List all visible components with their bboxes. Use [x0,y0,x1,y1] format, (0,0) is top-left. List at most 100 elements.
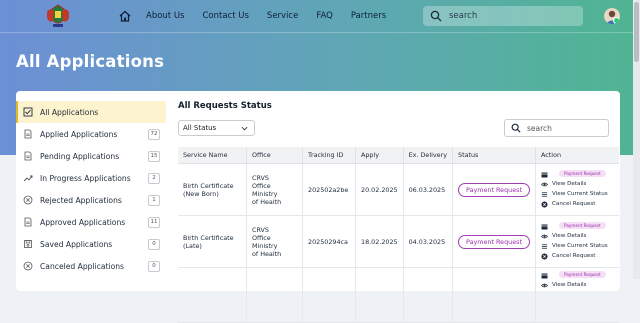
nav-link-partners[interactable]: Partners [351,11,386,21]
list-icon [541,243,548,249]
status-cell: Payment Request [452,163,537,216]
status-cell [452,267,537,323]
table-search-placeholder: search [527,123,552,133]
document-icon [24,217,32,227]
eye-icon [541,283,549,287]
payment-request-button[interactable]: Payment Request [458,182,530,197]
user-avatar[interactable] [604,8,620,24]
eye-icon [541,234,549,238]
scrollbar-thumb[interactable] [634,2,639,62]
view-details-action[interactable]: View Details [541,280,614,290]
service-name-cell [178,267,247,323]
tracking-id-cell: 20250294ca [302,215,356,268]
sidebar-item-label: Rejected Applications [40,195,122,205]
nav-link-contact-us[interactable]: Contact Us [202,11,248,21]
tracking-id-cell [302,267,356,323]
nav-link-about-us[interactable]: About Us [146,11,184,21]
office-cell: CRVS Office Ministry of Health [246,163,303,216]
sidebar-item-label: All Applications [40,107,99,117]
sidebar-item-saved-applications[interactable]: Saved Applications 0 [16,233,166,255]
trend-icon [23,175,33,182]
sidebar-item-count: 2 [148,173,160,184]
service-name-cell: Birth Certificate (Late) [178,215,247,268]
table-row: Birth Certificate (New Born) CRVS Office… [178,163,619,216]
sidebar-item-in-progress-applications[interactable]: In Progress Applications 2 [16,167,166,189]
payment-request-badge[interactable]: Payment Request [559,170,606,177]
applications-sidebar: All Applications Applied Applications 72… [16,101,166,277]
column-header-ex-delivery: Ex. Delivery [403,147,454,164]
sidebar-item-count: 72 [148,129,160,140]
payment-request-badge[interactable]: Payment Request [559,271,606,278]
top-navigation-bar: About Us Contact Us Service FAQ Partners… [0,0,640,33]
cancel-request-action[interactable]: Cancel Request [541,199,614,209]
coat-of-arms-logo[interactable] [44,3,72,29]
action-label: View Current Status [552,191,608,197]
sidebar-item-count: 1 [148,195,160,206]
status-filter-value: All Status [183,124,217,132]
eye-icon [541,182,549,186]
office-cell [246,267,303,323]
status-filter-select[interactable]: All Status [178,120,255,136]
delivery-date-cell [403,267,454,323]
cancel-request-action[interactable]: Cancel Request [541,251,614,261]
save-icon [24,240,32,248]
view-details-action[interactable]: View Details [541,179,614,189]
sidebar-item-count: 11 [148,217,160,228]
chevron-down-icon [241,126,248,131]
apply-date-cell: 18.02.2025 [355,215,404,268]
sidebar-item-label: Saved Applications [40,239,113,249]
column-header-status: Status [452,147,537,164]
nav-link-service[interactable]: Service [267,11,298,21]
sidebar-item-applied-applications[interactable]: Applied Applications 72 [16,123,166,145]
action-label: View Details [552,181,587,187]
sidebar-item-label: In Progress Applications [40,173,131,183]
delivery-date-cell: 04.03.2025 [403,215,454,268]
apply-date-cell: 20.02.2025 [355,163,404,216]
sidebar-item-pending-applications[interactable]: Pending Applications 15 [16,145,166,167]
document-icon [24,151,32,161]
header-search-placeholder: search [449,11,478,21]
action-label: View Details [552,282,587,288]
view-details-action[interactable]: View Details [541,231,614,241]
card-icon [541,172,548,177]
payment-request-button[interactable]: Payment Request [458,234,530,249]
sidebar-item-label: Applied Applications [40,129,118,139]
circle-x-icon [23,261,33,271]
sidebar-item-count: 0 [148,239,160,250]
view-current-status-action[interactable]: View Current Status [541,241,614,251]
column-header-tracking-id: Tracking ID [302,147,356,164]
all-applications-icon [23,107,33,117]
sidebar-item-all-applications[interactable]: All Applications [16,101,166,123]
action-label: View Details [552,233,587,239]
status-cell: Payment Request [452,215,537,268]
delivery-date-cell: 06.03.2025 [403,163,454,216]
sidebar-item-approved-applications[interactable]: Approved Applications 11 [16,211,166,233]
home-icon[interactable] [118,9,132,23]
applications-card: All Applications Applied Applications 72… [16,91,620,323]
action-cell: Payment Request View Details View Curren… [535,215,619,268]
table-search-input[interactable]: search [504,119,609,137]
online-status-dot [613,17,620,24]
card-icon [541,224,548,229]
circle-x-icon [23,195,33,205]
column-header-office: Office [246,147,303,164]
column-header-service-name: Service Name [178,147,247,164]
view-current-status-action[interactable]: View Current Status [541,189,614,199]
header-search-input[interactable]: search [423,6,583,26]
search-icon [430,10,442,22]
action-label: Cancel Request [552,201,596,207]
sidebar-item-rejected-applications[interactable]: Rejected Applications 1 [16,189,166,211]
column-header-apply: Apply [355,147,404,164]
action-cell: Payment Request View Details View Curren… [535,163,619,216]
sidebar-item-canceled-applications[interactable]: Canceled Applications 0 [16,255,166,277]
payment-request-badge[interactable]: Payment Request [559,222,606,229]
nav-link-faq[interactable]: FAQ [316,11,332,21]
office-cell: CRVS Office Ministry of Health [246,215,303,268]
page-title: All Applications [16,52,165,71]
list-icon [541,191,548,197]
page-scrollbar[interactable] [633,0,640,279]
sidebar-item-label: Pending Applications [40,151,120,161]
requests-table: Service Name Office Tracking ID Apply Ex… [178,147,619,323]
table-row: Payment Request View Details [178,267,619,323]
table-row: Birth Certificate (Late) CRVS Office Min… [178,215,619,268]
